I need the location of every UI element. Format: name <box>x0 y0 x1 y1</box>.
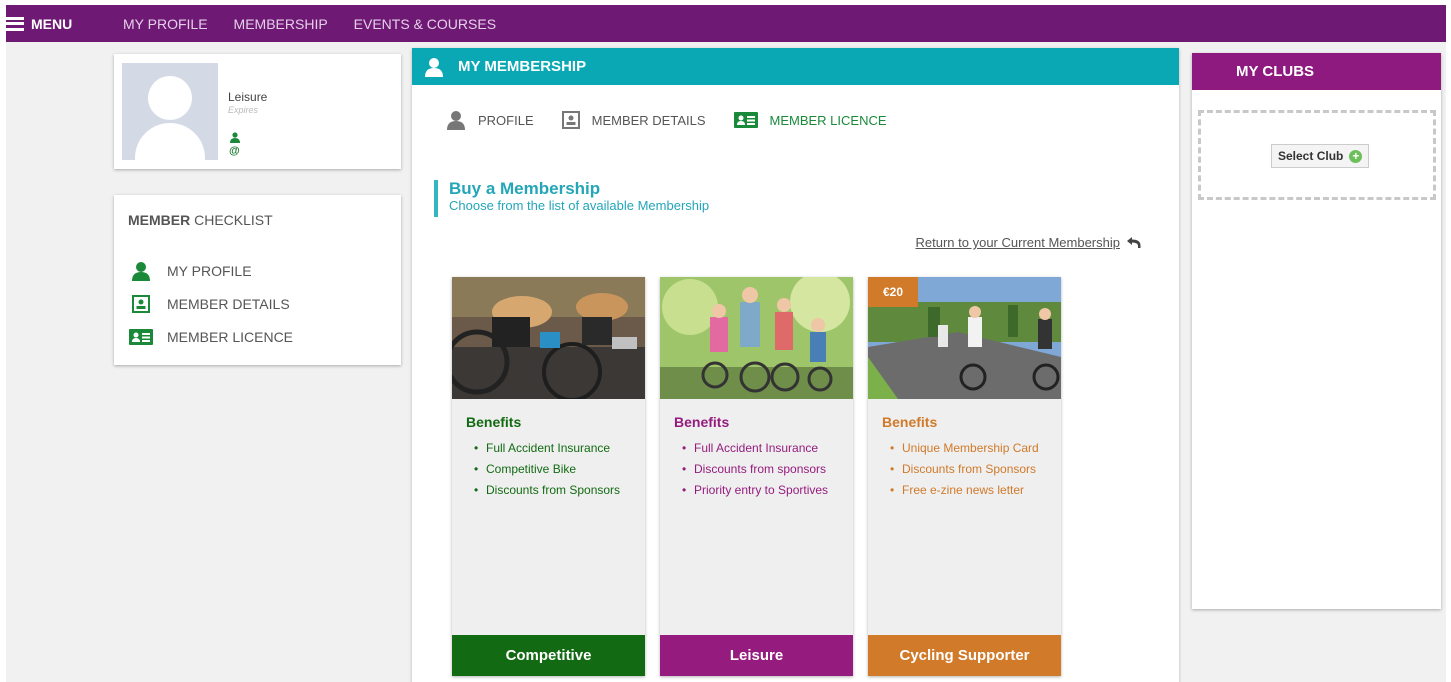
benefits-title: Benefits <box>466 414 522 430</box>
tab-member-details[interactable]: MEMBER DETAILS <box>561 111 706 129</box>
id-badge-icon <box>561 111 580 129</box>
return-link-label: Return to your Current Membership <box>915 235 1120 250</box>
profile-name: Leisure <box>228 90 268 104</box>
membership-card-competitive[interactable]: Benefits Full Accident Insurance Competi… <box>452 277 645 676</box>
tab-label: PROFILE <box>478 112 534 128</box>
menu-button[interactable]: MENU <box>6 5 72 42</box>
top-navigation-bar: MENU MY PROFILE MEMBERSHIP EVENTS & COUR… <box>6 5 1446 42</box>
tab-member-licence[interactable]: MEMBER LICENCE <box>733 112 887 128</box>
tab-label: MEMBER LICENCE <box>769 112 887 128</box>
benefit-item: Competitive Bike <box>474 461 634 478</box>
membership-card-leisure[interactable]: Benefits Full Accident Insurance Discoun… <box>660 277 853 676</box>
tab-profile[interactable]: PROFILE <box>446 110 534 130</box>
email-icon: @ <box>229 145 240 157</box>
checklist-title: MEMBER CHECKLIST <box>128 212 273 228</box>
benefit-item: Free e-zine news letter <box>890 482 1050 499</box>
checklist-item-label: MY PROFILE <box>167 263 252 279</box>
benefits-title: Benefits <box>882 414 938 430</box>
page: MENU MY PROFILE MEMBERSHIP EVENTS & COUR… <box>6 5 1446 682</box>
panel-title: MY MEMBERSHIP <box>458 58 587 75</box>
profile-expires: Expires <box>228 105 259 115</box>
select-cycling-supporter-button[interactable]: Cycling Supporter <box>868 635 1061 676</box>
benefit-item: Discounts from Sponsors <box>474 482 634 499</box>
avatar[interactable] <box>122 63 218 160</box>
return-link[interactable]: Return to your Current Membership <box>916 235 1142 250</box>
menu-label: MENU <box>31 15 73 32</box>
benefits-list: Unique Membership Card Discounts from Sp… <box>890 440 1050 503</box>
user-icon <box>446 110 466 130</box>
benefit-item: Discounts from sponsors <box>682 461 842 478</box>
nav-link-membership[interactable]: MEMBERSHIP <box>234 16 328 32</box>
checklist-item-my-profile[interactable]: MY PROFILE <box>128 261 252 281</box>
panel-header: MY MEMBERSHIP <box>412 48 1179 85</box>
id-card-icon <box>128 329 153 345</box>
id-badge-icon <box>128 295 153 313</box>
benefits-list: Full Accident Insurance Competitive Bike… <box>474 440 634 503</box>
benefit-item: Full Accident Insurance <box>474 440 634 457</box>
family-cycling-photo <box>660 277 853 399</box>
id-card-icon <box>733 112 758 128</box>
nav-links: MY PROFILE MEMBERSHIP EVENTS & COURSES <box>123 5 522 42</box>
buy-subtitle: Choose from the list of available Member… <box>449 198 710 213</box>
price-badge: €20 <box>868 277 918 307</box>
checklist-item-label: MEMBER DETAILS <box>167 296 290 312</box>
my-clubs-panel: MY CLUBS Select Club + <box>1192 53 1441 609</box>
benefits-list: Full Accident Insurance Discounts from s… <box>682 440 842 503</box>
benefit-item: Unique Membership Card <box>890 440 1050 457</box>
checklist-item-member-details[interactable]: MEMBER DETAILS <box>128 295 290 313</box>
select-club-label: Select Club <box>1278 149 1344 163</box>
buy-title: Buy a Membership <box>449 179 601 198</box>
membership-card-cycling-supporter[interactable]: €20 Benefits • Unique Membership Card • … <box>868 277 1061 676</box>
clubs-header: MY CLUBS <box>1192 53 1441 90</box>
select-leisure-button[interactable]: Leisure <box>660 635 853 676</box>
select-competitive-button[interactable]: Competitive <box>452 635 645 676</box>
member-checklist: MEMBER CHECKLIST MY PROFILE MEMBER DETAI… <box>114 195 401 365</box>
benefits-title: Benefits <box>674 414 730 430</box>
nav-link-my-profile[interactable]: MY PROFILE <box>123 16 208 32</box>
my-membership-panel: MY MEMBERSHIP PROFILE MEMBER DETAILS MEM… <box>412 48 1179 682</box>
plus-icon: + <box>1349 149 1363 163</box>
return-arrow-icon <box>1127 237 1141 248</box>
checklist-item-member-licence[interactable]: MEMBER LICENCE <box>128 329 293 345</box>
buy-membership-heading: Buy a Membership Choose from the list of… <box>434 180 709 217</box>
select-club-button[interactable]: Select Club + <box>1271 144 1370 168</box>
hamburger-icon <box>6 16 24 31</box>
benefit-item: Priority entry to Sportives <box>682 482 842 499</box>
checklist-item-label: MEMBER LICENCE <box>167 329 294 345</box>
user-icon <box>424 57 444 77</box>
competitive-cycling-photo <box>452 277 645 399</box>
benefit-item: Discounts from Sponsors <box>890 461 1050 478</box>
profile-card: Leisure Expires @ <box>114 54 401 169</box>
user-icon <box>128 261 153 281</box>
nav-link-events-courses[interactable]: EVENTS & COURSES <box>354 16 496 32</box>
benefit-item: Full Accident Insurance <box>682 440 842 457</box>
membership-tabs: PROFILE MEMBER DETAILS MEMBER LICENCE <box>446 110 915 130</box>
tab-label: MEMBER DETAILS <box>591 112 706 128</box>
club-dropzone: Select Club + <box>1198 110 1436 200</box>
